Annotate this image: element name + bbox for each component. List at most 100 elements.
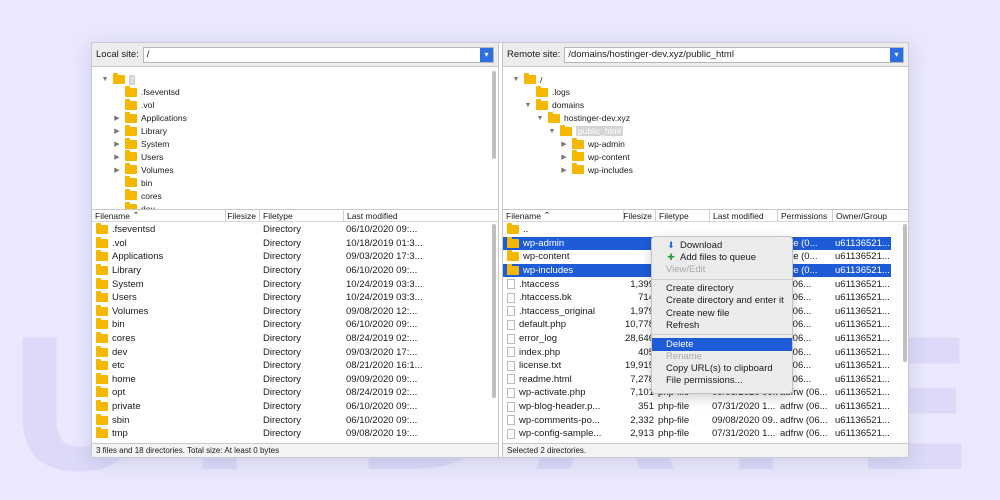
expand-open-icon[interactable]: ▼ (548, 128, 556, 135)
expand-closed-icon[interactable]: ▶ (113, 166, 121, 174)
expand-closed-icon[interactable]: ▶ (113, 114, 121, 122)
expand-open-icon[interactable]: ▼ (524, 102, 532, 109)
tree-item[interactable]: ▶ Volumes (113, 163, 174, 176)
col-label: Filesize (227, 210, 256, 221)
cell-text: 10/24/2019 03:3... (346, 292, 423, 304)
tree-item[interactable]: ▼ / (512, 73, 542, 86)
tree-item[interactable]: ▼ domains (524, 98, 584, 112)
local-col-filename[interactable]: Filename ⌃ (92, 209, 226, 222)
cell-name: tmp (96, 427, 226, 441)
menu-item-delete[interactable]: Delete (652, 338, 792, 351)
tree-item[interactable]: cores (113, 189, 162, 202)
menu-item-download[interactable]: ⬇ Download (652, 239, 792, 251)
menu-item-add-files-to-queue[interactable]: ✚ Add files to queue (652, 251, 792, 263)
expand-open-icon[interactable]: ▼ (512, 76, 520, 83)
table-row[interactable]: dev Directory 09/03/2020 17:... (92, 345, 490, 359)
chevron-down-icon[interactable]: ▾ (890, 47, 903, 62)
table-row[interactable]: System Directory 10/24/2019 03:3... (92, 277, 490, 291)
tree-item[interactable]: .fseventsd (113, 85, 180, 99)
tree-item[interactable]: ▶ Library (113, 124, 167, 138)
tree-item[interactable]: ▼ / (101, 73, 136, 86)
folder-icon (524, 73, 536, 84)
cell-type: Directory (263, 413, 343, 427)
remote-col-filetype[interactable]: Filetype (656, 209, 710, 222)
table-row[interactable]: private Directory 06/10/2020 09:... (92, 400, 490, 414)
cell-size (226, 359, 256, 373)
local-col-filetype[interactable]: Filetype (260, 209, 344, 222)
expand-open-icon[interactable]: ▼ (536, 115, 544, 122)
menu-item-copy-url-s-to-clipboard[interactable]: Copy URL(s) to clipboard (652, 363, 792, 375)
table-row[interactable]: Library Directory 06/10/2020 09:... (92, 264, 490, 278)
remote-col-filesize[interactable]: Filesize (624, 209, 656, 222)
table-row[interactable]: sbin Directory 06/10/2020 09:... (92, 413, 490, 427)
expand-open-icon[interactable]: ▼ (101, 76, 109, 83)
table-row[interactable]: wp-blog-header.p... 351 php-file 07/31/2020… (503, 400, 891, 414)
table-row[interactable]: wp-config-sample... 2,913 php-file 07/31/20… (503, 427, 891, 441)
cell-text: Directory (263, 251, 302, 263)
cell-text: wp-config-sample... (519, 428, 602, 440)
cell-owner: u61136521... (835, 345, 895, 359)
cell-text: u61136521... (835, 292, 890, 304)
tree-item[interactable]: ▶ System (113, 137, 169, 151)
table-row[interactable]: Users Directory 10/24/2019 03:3... (92, 291, 490, 305)
tree-item[interactable]: ▶ Users (113, 150, 163, 163)
cell-text: u61136521... (835, 414, 890, 426)
menu-item-refresh[interactable]: Refresh (652, 319, 792, 331)
remote-col-filename[interactable]: Filename ⌃ (503, 209, 624, 222)
expand-closed-icon[interactable]: ▶ (113, 153, 121, 161)
expand-closed-icon[interactable]: ▶ (113, 140, 121, 148)
menu-item-create-new-file[interactable]: Create new file (652, 307, 792, 319)
table-row[interactable]: opt Directory 08/24/2019 02:... (92, 386, 490, 400)
tree-item[interactable]: ▼ public_html (548, 124, 623, 138)
cell-text: 06/10/2020 09:... (346, 414, 418, 426)
expand-closed-icon[interactable]: ▶ (560, 166, 568, 174)
tree-item[interactable]: bin (113, 176, 152, 189)
menu-item-file-permissions[interactable]: File permissions... (652, 375, 792, 387)
folder-icon (113, 73, 125, 84)
remote-col-owner-group[interactable]: Owner/Group (833, 210, 899, 222)
cell-size (226, 373, 256, 387)
local-col-last-modified[interactable]: Last modified (344, 210, 494, 222)
table-row[interactable]: Volumes Directory 09/08/2020 12:... (92, 304, 490, 319)
menu-item-label: Create directory (666, 283, 734, 295)
tree-item[interactable]: .vol (113, 98, 154, 112)
expand-closed-icon[interactable]: ▶ (113, 127, 121, 135)
table-row[interactable]: wp-comments-po... 2,332 php-file 09/08/2020… (503, 413, 891, 427)
cell-text: readme.html (519, 373, 572, 385)
table-row[interactable]: etc Directory 08/21/2020 16:1... (92, 359, 490, 373)
tree-item[interactable]: ▼ hostinger-dev.xyz (536, 111, 630, 125)
tree-item[interactable]: .logs (524, 85, 570, 99)
cell-text: Directory (263, 333, 302, 345)
table-row[interactable]: bin Directory 06/10/2020 09:... (92, 318, 490, 332)
expand-closed-icon[interactable]: ▶ (560, 153, 568, 161)
cell-owner: u61136521... (835, 318, 895, 332)
folder-icon (96, 359, 108, 371)
remote-col-permissions[interactable]: Permissions (778, 209, 833, 222)
menu-item-create-directory[interactable]: Create directory (652, 283, 792, 295)
remote-list-scrollbar[interactable] (903, 224, 907, 362)
local-list-scrollbar[interactable] (492, 224, 496, 398)
local-site-path-input[interactable]: / ▾ (142, 46, 494, 63)
table-row[interactable]: cores Directory 08/24/2019 02:... (92, 332, 490, 346)
table-row[interactable]: .fseventsd Directory 06/10/2020 09:... (92, 223, 490, 237)
table-row[interactable]: tmp Directory 09/08/2020 19:... (92, 427, 490, 441)
tree-item[interactable]: ▶ wp-includes (560, 163, 633, 176)
tree-item[interactable]: ▶ Applications (113, 111, 187, 125)
chevron-down-icon[interactable]: ▾ (480, 47, 493, 62)
tree-item-label: / (540, 74, 543, 85)
table-row[interactable]: .vol Directory 10/18/2019 01:3... (92, 236, 490, 251)
cell-text: .vol (112, 237, 127, 249)
cell-size (226, 318, 256, 332)
cell-text: .htaccess_original (519, 305, 596, 317)
remote-site-path-input[interactable]: /domains/hostinger-dev.xyz/public_html ▾ (564, 46, 904, 63)
expand-closed-icon[interactable]: ▶ (560, 140, 568, 148)
remote-col-last-modified[interactable]: Last modified (710, 209, 778, 222)
table-row[interactable]: .. (503, 223, 891, 237)
menu-item-create-directory-and-enter-it[interactable]: Create directory and enter it (652, 295, 792, 307)
tree-item[interactable]: ▶ wp-content (560, 150, 630, 163)
local-col-filesize[interactable]: Filesize (226, 209, 260, 222)
local-tree-scrollbar[interactable] (492, 71, 496, 159)
table-row[interactable]: Applications Directory 09/03/2020 17:3... (92, 250, 490, 264)
table-row[interactable]: home Directory 09/09/2020 09:... (92, 372, 490, 387)
tree-item[interactable]: ▶ wp-admin (560, 137, 625, 151)
